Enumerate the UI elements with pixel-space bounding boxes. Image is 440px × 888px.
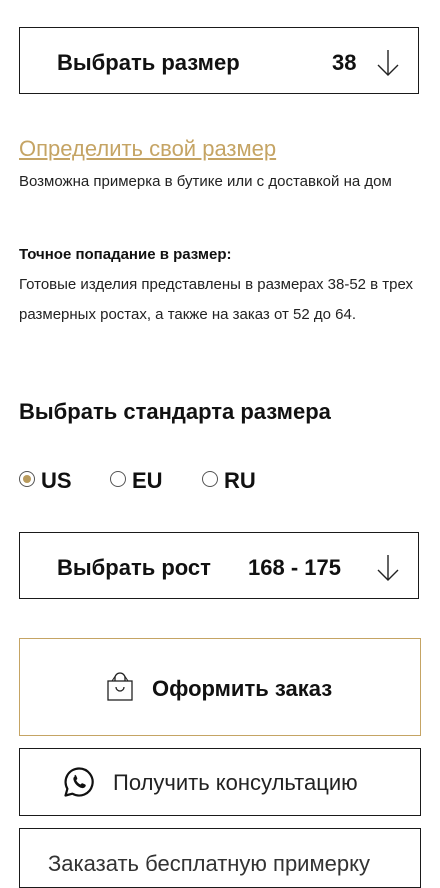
arrow-down-icon: [377, 555, 399, 581]
fitting-text: Возможна примерка в бутике или с доставк…: [19, 173, 392, 190]
free-fitting-button[interactable]: Заказать бесплатную примерку: [19, 828, 421, 888]
height-select-value: 168 - 175: [248, 555, 341, 580]
arrow-down-icon: [377, 50, 399, 76]
radio-eu[interactable]: EU: [110, 466, 170, 496]
whatsapp-icon: [64, 767, 94, 797]
height-select-label: Выбрать рост: [57, 555, 211, 580]
determine-size-link[interactable]: Определить свой размер: [19, 136, 276, 162]
shopping-bag-icon: [107, 672, 133, 701]
size-select-value: 38: [332, 50, 357, 75]
radio-eu-label: EU: [132, 468, 163, 493]
place-order-button[interactable]: Оформить заказ: [19, 638, 421, 736]
get-consultation-button[interactable]: Получить консультацию: [19, 748, 421, 816]
radio-us[interactable]: US: [19, 466, 79, 496]
radio-ru[interactable]: RU: [202, 466, 262, 496]
radio-us-label: US: [41, 468, 72, 493]
free-fitting-label: Заказать бесплатную примерку: [48, 851, 370, 876]
size-select-label: Выбрать размер: [57, 50, 240, 75]
height-select[interactable]: Выбрать рост 168 - 175: [19, 532, 419, 599]
get-consultation-label: Получить консультацию: [113, 770, 358, 795]
radio-unselected-icon: [202, 471, 218, 487]
precise-fit-title: Точное попадание в размер:: [19, 246, 232, 263]
radio-selected-icon: [19, 471, 35, 487]
place-order-label: Оформить заказ: [152, 676, 333, 701]
radio-ru-label: RU: [224, 468, 256, 493]
radio-unselected-icon: [110, 471, 126, 487]
size-standard-heading: Выбрать стандарта размера: [19, 399, 331, 424]
size-select[interactable]: Выбрать размер 38: [19, 27, 419, 94]
precise-fit-text: Готовые изделия представлены в размерах …: [19, 276, 414, 323]
